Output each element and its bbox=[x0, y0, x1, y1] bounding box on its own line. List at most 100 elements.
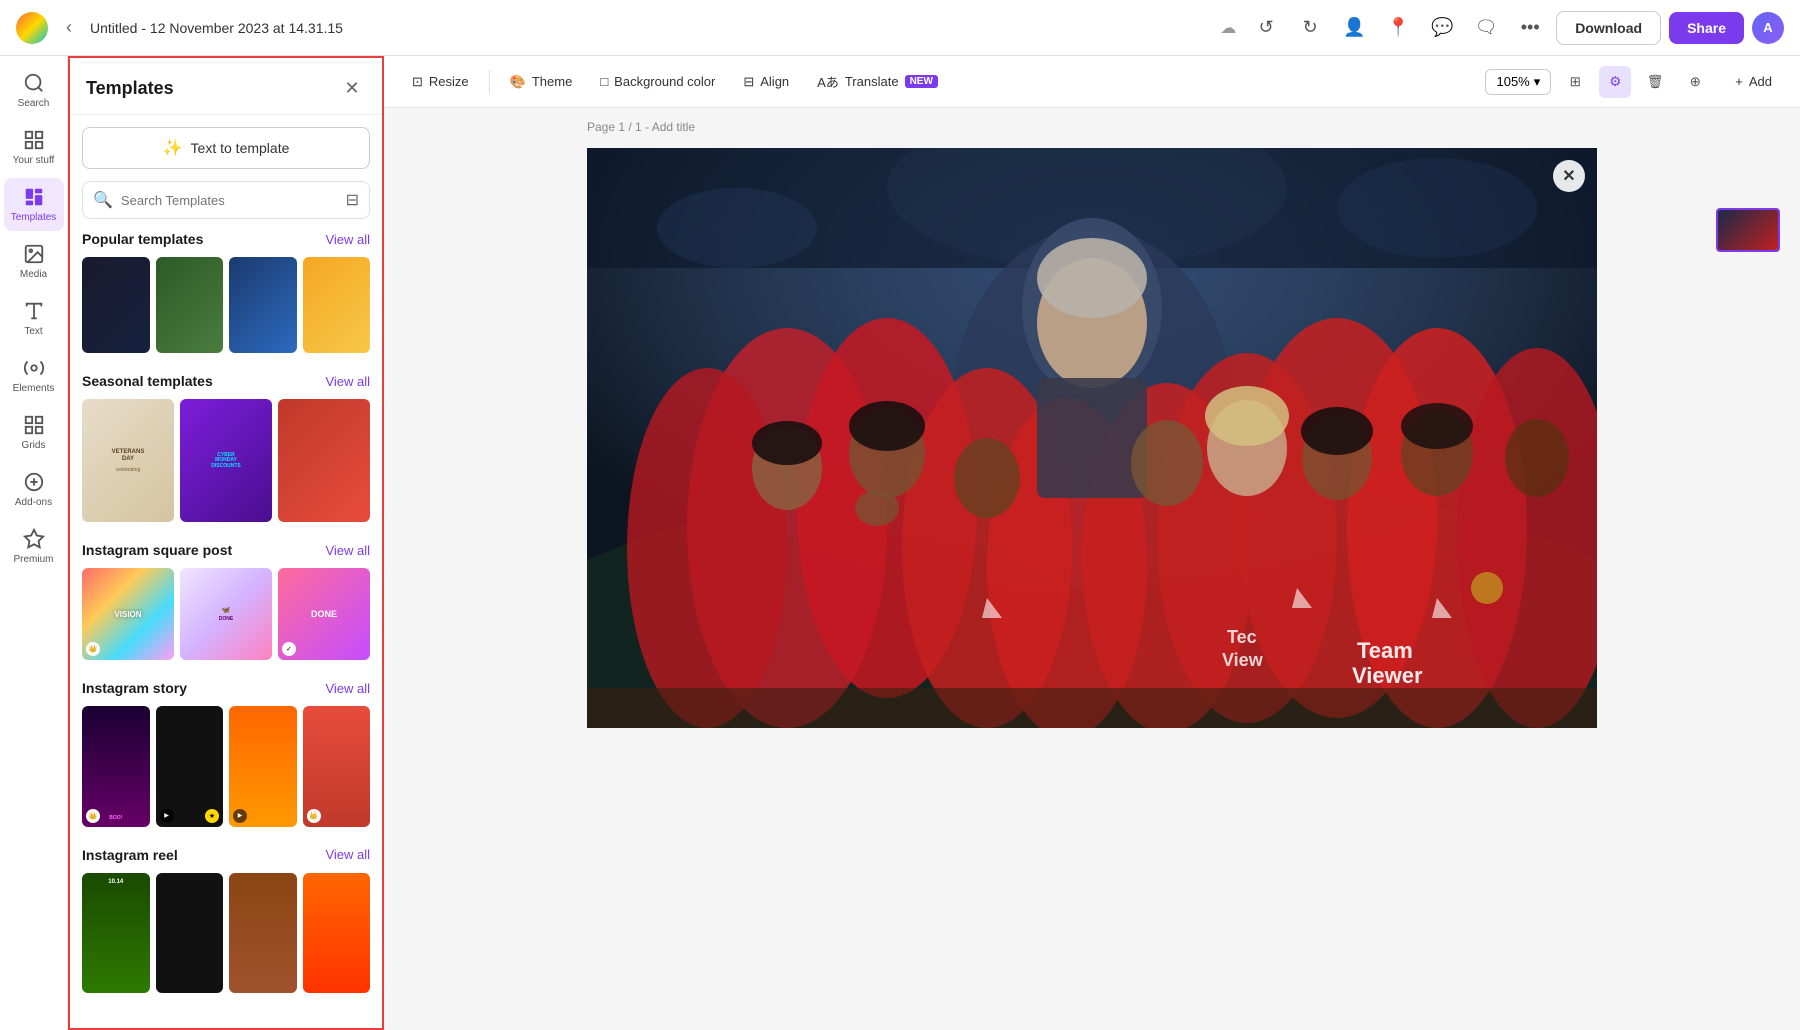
bg-color-icon: □ bbox=[600, 74, 608, 89]
align-button[interactable]: ⊟ Align bbox=[731, 68, 801, 96]
canvas-toolbar: ⊡ Resize 🎨 Theme □ Background color ⊟ Al… bbox=[384, 56, 1800, 108]
svg-text:View: View bbox=[1222, 650, 1264, 670]
resize-button[interactable]: ⊡ Resize bbox=[400, 68, 481, 96]
translate-icon: Aあ bbox=[817, 72, 839, 91]
sidebar-icons: Search Your stuff Templates Media Text E… bbox=[0, 56, 68, 1030]
share-button[interactable]: Share bbox=[1669, 12, 1744, 44]
zoom-control[interactable]: 105% ▾ bbox=[1485, 69, 1551, 95]
sidebar-item-elements[interactable]: Elements bbox=[4, 349, 64, 402]
page-thumbnail[interactable] bbox=[1716, 208, 1780, 252]
sidebar-item-add-ons[interactable]: Add-ons bbox=[4, 463, 64, 516]
instagram-square-grid: VISION 👑 🦋DONE DONE ✓ bbox=[82, 568, 370, 660]
popular-templates-title: Popular templates bbox=[82, 231, 203, 247]
sidebar-item-grids[interactable]: Grids bbox=[4, 406, 64, 459]
main-layout: Search Your stuff Templates Media Text E… bbox=[0, 56, 1800, 1030]
canva-logo bbox=[16, 12, 48, 44]
veterans-day-template[interactable]: VETERANSDAY celebrating bbox=[82, 399, 174, 522]
sidebar-item-search[interactable]: Search bbox=[4, 64, 64, 117]
more-options-icon[interactable]: ••• bbox=[1512, 10, 1548, 46]
translate-button[interactable]: Aあ Translate NEW bbox=[805, 66, 950, 97]
chevron-down-icon: ▾ bbox=[1534, 74, 1541, 90]
reel-template-1[interactable]: 10.14 bbox=[82, 873, 150, 994]
undo-button[interactable]: ↺ bbox=[1248, 10, 1284, 46]
close-panel-button[interactable]: ✕ bbox=[338, 74, 366, 102]
page-label: Page 1 / 1 - Add title bbox=[587, 120, 695, 134]
reel-template-2[interactable] bbox=[156, 873, 224, 994]
insta-sq-template-vision[interactable]: VISION 👑 bbox=[82, 568, 174, 660]
template-item[interactable] bbox=[229, 257, 297, 353]
plus-icon: + bbox=[1735, 74, 1743, 89]
resize-icon: ⊡ bbox=[412, 74, 423, 90]
story-template-2[interactable]: ▶ ★ bbox=[156, 706, 224, 827]
workspace[interactable]: Page 1 / 1 - Add title bbox=[384, 108, 1800, 1030]
text-to-template-button[interactable]: ✨ Text to template bbox=[82, 127, 370, 169]
toolbar-right: 105% ▾ ⊞ ⚙ 🗑 ⊕ + Add bbox=[1485, 66, 1784, 98]
template-item[interactable] bbox=[82, 257, 150, 353]
redo-button[interactable]: ↻ bbox=[1292, 10, 1328, 46]
new-badge: NEW bbox=[905, 75, 938, 88]
doc-title: Untitled - 12 November 2023 at 14.31.15 bbox=[90, 20, 1208, 36]
topbar: ‹ Untitled - 12 November 2023 at 14.31.1… bbox=[0, 0, 1800, 56]
seasonal-templates-view-all[interactable]: View all bbox=[325, 374, 370, 389]
seasonal-templates-section-header: Seasonal templates View all bbox=[82, 373, 370, 389]
instagram-story-grid: BOO! ▶ 👑 ▶ ★ ▶ 👑 bbox=[82, 706, 370, 827]
nav-back[interactable]: ‹ bbox=[60, 13, 78, 42]
canvas-area: ⊡ Resize 🎨 Theme □ Background color ⊟ Al… bbox=[384, 56, 1800, 1030]
sidebar-item-media[interactable]: Media bbox=[4, 235, 64, 288]
location-icon[interactable]: 📍 bbox=[1380, 10, 1416, 46]
grid-overlay-button[interactable]: ⊞ bbox=[1559, 66, 1591, 98]
more-button[interactable]: ⊕ bbox=[1679, 66, 1711, 98]
instagram-reel-title: Instagram reel bbox=[82, 847, 178, 863]
svg-text:Team: Team bbox=[1357, 638, 1413, 663]
sidebar-item-templates[interactable]: Templates bbox=[4, 178, 64, 231]
background-color-button[interactable]: □ Background color bbox=[588, 68, 727, 95]
svg-text:Tec: Tec bbox=[1227, 627, 1257, 647]
insta-sq-template-done[interactable]: DONE ✓ bbox=[278, 568, 370, 660]
red-sale-template[interactable] bbox=[278, 399, 370, 522]
sidebar-item-your-stuff[interactable]: Your stuff bbox=[4, 121, 64, 174]
panel-header: Templates ✕ bbox=[70, 58, 382, 115]
reel-template-3[interactable] bbox=[229, 873, 297, 994]
svg-text:Viewer: Viewer bbox=[1352, 663, 1423, 688]
theme-button[interactable]: 🎨 Theme bbox=[498, 68, 585, 96]
sidebar-item-premium[interactable]: Premium bbox=[4, 520, 64, 573]
popular-templates-view-all[interactable]: View all bbox=[325, 232, 370, 247]
people-icon[interactable]: 👤 bbox=[1336, 10, 1372, 46]
user-avatar[interactable]: A bbox=[1752, 12, 1784, 44]
instagram-square-view-all[interactable]: View all bbox=[325, 543, 370, 558]
cyber-monday-template[interactable]: CyberMondayDiscounts bbox=[180, 399, 272, 522]
canvas-close-button[interactable]: ✕ bbox=[1553, 160, 1585, 192]
toolbar-sep-1 bbox=[489, 70, 490, 94]
instagram-story-view-all[interactable]: View all bbox=[325, 681, 370, 696]
instagram-square-title: Instagram square post bbox=[82, 542, 232, 558]
settings-button[interactable]: ⚙ bbox=[1599, 66, 1631, 98]
panel-content[interactable]: ✨ Text to template 🔍 ⊟ Popular templates… bbox=[70, 115, 382, 1028]
story-template-3[interactable]: ▶ bbox=[229, 706, 297, 827]
thumbnail-strip bbox=[1716, 208, 1780, 260]
story-template-1[interactable]: BOO! ▶ 👑 bbox=[82, 706, 150, 827]
insta-sq-template-butterfly[interactable]: 🦋DONE bbox=[180, 568, 272, 660]
panel-title: Templates bbox=[86, 78, 174, 99]
instagram-reel-view-all[interactable]: View all bbox=[325, 847, 370, 862]
seasonal-templates-grid: VETERANSDAY celebrating CyberMondayDisco… bbox=[82, 399, 370, 522]
instagram-story-title: Instagram story bbox=[82, 680, 187, 696]
canvas-image[interactable]: Team Viewer Tec View bbox=[587, 148, 1597, 728]
story-template-4[interactable]: 👑 bbox=[303, 706, 371, 827]
popular-templates-section-header: Popular templates View all bbox=[82, 231, 370, 247]
magic-icon: ✨ bbox=[163, 138, 183, 158]
template-item[interactable] bbox=[303, 257, 371, 353]
template-item[interactable] bbox=[156, 257, 224, 353]
instagram-square-section-header: Instagram square post View all bbox=[82, 542, 370, 558]
chat-icon[interactable]: 💬 bbox=[1424, 10, 1460, 46]
add-page-button[interactable]: + Add bbox=[1723, 68, 1784, 95]
reel-template-4[interactable] bbox=[303, 873, 371, 994]
templates-panel: Templates ✕ ✨ Text to template 🔍 ⊟ Popul… bbox=[68, 56, 384, 1030]
instagram-reel-section-header: Instagram reel View all bbox=[82, 847, 370, 863]
search-input[interactable] bbox=[121, 193, 338, 208]
sidebar-item-text[interactable]: Text bbox=[4, 292, 64, 345]
delete-button[interactable]: 🗑 bbox=[1639, 66, 1671, 98]
canvas-container: Page 1 / 1 - Add title bbox=[587, 148, 1597, 728]
comments-icon[interactable]: 🗨 bbox=[1468, 10, 1504, 46]
filter-icon[interactable]: ⊟ bbox=[346, 190, 359, 210]
download-button[interactable]: Download bbox=[1556, 11, 1661, 45]
